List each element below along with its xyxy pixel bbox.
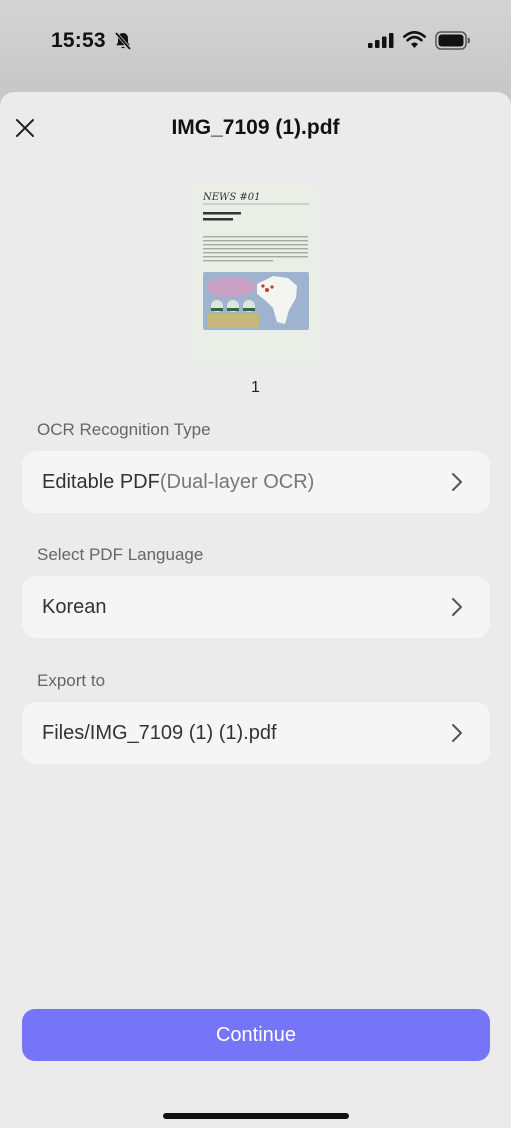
chevron-right-icon [452,724,462,742]
bell-slash-icon [114,31,132,56]
ocr-type-option[interactable]: Editable PDF(Dual-layer OCR) [22,451,490,513]
export-label: Export to [37,671,106,690]
page-thumbnail[interactable]: NEWS #01 [193,186,318,364]
continue-button[interactable]: Continue [22,1009,490,1061]
battery-icon [435,31,471,55]
sheet-title: IMG_7109 (1).pdf [171,116,340,139]
language-value: Korean [42,595,107,618]
language-option[interactable]: Korean [22,576,490,638]
status-bar: 15:53 [0,0,511,92]
export-option[interactable]: Files/IMG_7109 (1) (1).pdf [22,702,490,764]
ocr-type-label: OCR Recognition Type [37,420,211,439]
export-value: Files/IMG_7109 (1) (1).pdf [42,721,277,744]
home-indicator [163,1113,349,1119]
signal-icon [368,33,395,53]
status-time: 15:53 [51,29,106,52]
ocr-type-value: Editable PDF(Dual-layer OCR) [42,470,315,493]
chevron-right-icon [452,473,462,491]
ocr-type-detail: (Dual-layer OCR) [159,470,315,493]
wifi-icon [403,31,426,54]
thumb-heading: NEWS #01 [202,192,260,203]
page-number: 1 [251,379,260,396]
ocr-sheet: IMG_7109 (1).pdf NEWS #01 1 OCR Recognit… [0,92,511,1128]
language-label: Select PDF Language [37,545,204,564]
chevron-right-icon [452,598,462,616]
